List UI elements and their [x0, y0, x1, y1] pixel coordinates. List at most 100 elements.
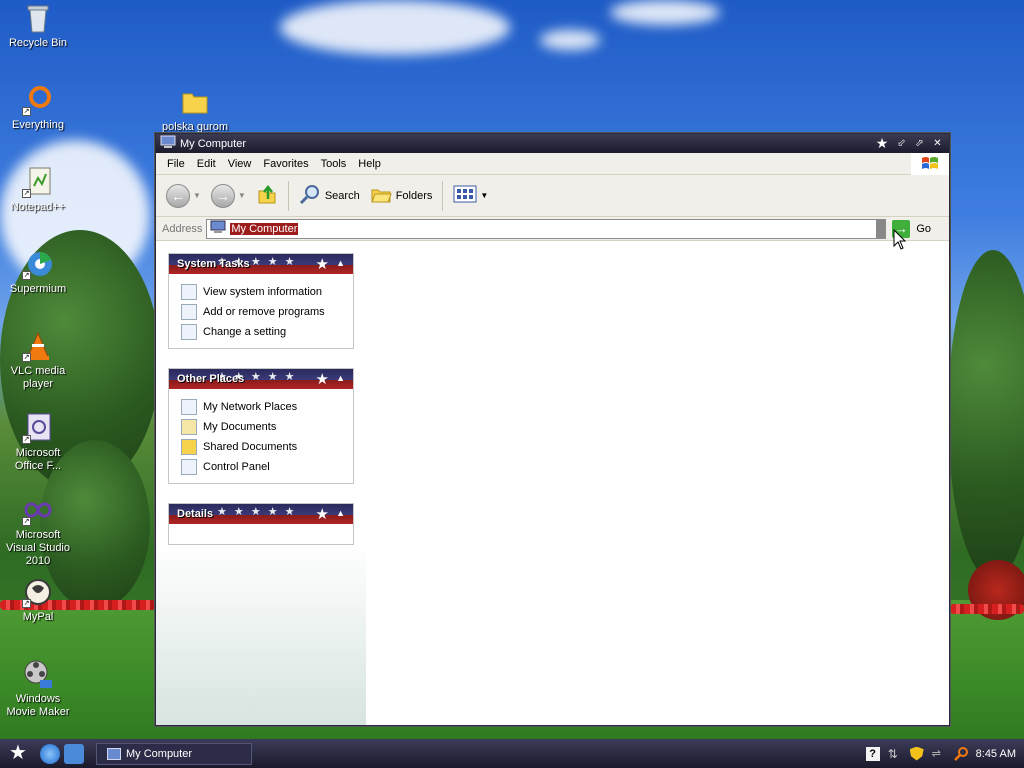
place-shared-documents[interactable]: Shared Documents	[181, 437, 343, 457]
star-icon: ★	[315, 371, 329, 388]
control-panel-icon	[181, 324, 197, 340]
task-label: Change a setting	[203, 326, 287, 338]
menu-view[interactable]: View	[222, 158, 258, 170]
back-button[interactable]: ← ▼	[162, 181, 205, 211]
toolbar-separator	[442, 180, 444, 211]
place-control-panel[interactable]: Control Panel	[181, 457, 343, 477]
details-header[interactable]: ★ ★ ★ ★ ★ Details ★ ▲	[169, 504, 353, 524]
usb-icon[interactable]: ⇌	[932, 747, 946, 761]
place-label: My Network Places	[203, 401, 298, 413]
desktop-icon-label: Notepad++	[10, 201, 66, 213]
task-label: View system information	[203, 286, 323, 298]
chevron-down-icon: ▼	[480, 191, 489, 200]
desktop-icon-label: Windows Movie Maker	[6, 693, 70, 718]
content-area: ★ ★ ★ ★ ★ System Tasks ★ ▲ View system i…	[156, 243, 949, 725]
desktop-icon-label: MyPal	[22, 611, 54, 623]
desktop-icon-mypal[interactable]: ↗ MyPal	[0, 576, 76, 624]
folders-icon	[370, 183, 392, 208]
computer-icon	[107, 747, 121, 760]
internet-explorer-icon[interactable]	[40, 743, 60, 764]
menu-tools[interactable]: Tools	[315, 158, 353, 170]
menu-edit[interactable]: Edit	[191, 158, 222, 170]
system-tasks-header[interactable]: ★ ★ ★ ★ ★ System Tasks ★ ▲	[169, 254, 353, 274]
search-icon[interactable]	[953, 746, 968, 761]
taskbar: ★ My Computer ? ⇅ ⇌ 8:45 AM	[0, 739, 1024, 768]
stars-decoration: ★ ★ ★ ★ ★	[217, 506, 297, 518]
film-reel-icon	[22, 658, 54, 690]
desktop-icon-label: Microsoft Visual Studio 2010	[5, 529, 70, 567]
views-grid-icon	[453, 184, 477, 207]
minimize-button[interactable]: ⬃	[894, 137, 909, 150]
taskbar-button-my-computer[interactable]: My Computer	[96, 742, 252, 765]
recycle-bin-icon	[22, 2, 54, 34]
desktop-icon-polska-gurom[interactable]: polska gurom	[157, 86, 233, 134]
help-icon[interactable]: ?	[865, 746, 880, 761]
close-button[interactable]: ✕	[930, 137, 945, 150]
forward-button[interactable]: → ▼	[207, 181, 250, 211]
add-remove-programs-icon	[181, 304, 197, 320]
desktop-icon-notepadpp[interactable]: ↗ Notepad++	[0, 166, 76, 214]
folder-icon	[181, 439, 197, 455]
up-folder-button[interactable]	[252, 181, 282, 211]
network-places-icon	[181, 399, 197, 415]
toolbar-separator	[287, 180, 289, 211]
desktop-icon-ms-office[interactable]: ↗ Microsoft Office F...	[0, 412, 76, 473]
shortcut-arrow-icon: ↗	[22, 517, 31, 526]
computer-icon	[160, 135, 176, 152]
windows-logo-icon	[911, 152, 949, 175]
start-button-star-icon[interactable]: ★	[0, 739, 36, 768]
address-input[interactable]: My Computer	[206, 218, 887, 239]
clock[interactable]: 8:45 AM	[976, 748, 1016, 760]
address-dropdown-button[interactable]	[876, 219, 886, 238]
desktop-icon-visual-studio[interactable]: ↗ Microsoft Visual Studio 2010	[0, 494, 76, 568]
desktop-icon-everything[interactable]: ↗ Everything	[0, 84, 76, 132]
computer-icon	[210, 220, 226, 237]
show-desktop-icon[interactable]	[64, 743, 84, 764]
desktop-icon-label: Everything	[12, 119, 64, 131]
desktop-icon-label: polska gurom	[161, 121, 229, 133]
control-panel-icon	[181, 459, 197, 475]
place-my-documents[interactable]: My Documents	[181, 417, 343, 437]
search-icon	[299, 183, 321, 208]
desktop-icon-movie-maker[interactable]: Windows Movie Maker	[0, 658, 76, 719]
supermium-icon: ↗	[22, 248, 54, 280]
other-places-header[interactable]: ★ ★ ★ ★ ★ Other Places ★ ▲	[169, 369, 353, 389]
task-add-remove-programs[interactable]: Add or remove programs	[181, 302, 343, 322]
views-button[interactable]: ▼	[449, 181, 492, 211]
mouse-cursor-icon	[893, 228, 907, 254]
other-places-title: Other Places	[177, 373, 245, 385]
task-change-setting[interactable]: Change a setting	[181, 322, 343, 342]
collapse-chevron-icon[interactable]: ▲	[336, 258, 345, 268]
desktop-icon-supermium[interactable]: ↗ Supermium	[0, 248, 76, 296]
menu-file[interactable]: File	[161, 158, 191, 170]
star-icon: ★	[875, 135, 889, 151]
menu-favorites[interactable]: Favorites	[257, 158, 314, 170]
system-info-icon	[181, 284, 197, 300]
task-view-system-information[interactable]: View system information	[181, 282, 343, 302]
desktop-icon-vlc[interactable]: ↗ VLC media player	[0, 330, 76, 391]
desktop-icon-recycle-bin[interactable]: Recycle Bin	[0, 2, 76, 50]
network-icon[interactable]: ⇅	[888, 747, 902, 761]
task-pane: ★ ★ ★ ★ ★ System Tasks ★ ▲ View system i…	[156, 243, 366, 725]
back-arrow-icon: ←	[166, 183, 190, 208]
address-value: My Computer	[230, 222, 299, 235]
collapse-chevron-icon[interactable]: ▲	[336, 373, 345, 383]
maximize-button[interactable]: ⬀	[912, 137, 927, 150]
window-title: My Computer	[180, 137, 247, 150]
star-icon: ★	[315, 256, 329, 273]
place-label: Shared Documents	[203, 441, 298, 453]
go-label: Go	[916, 222, 932, 235]
desktop-icon-label: VLC media player	[10, 365, 66, 390]
up-folder-icon	[256, 183, 278, 208]
folders-button[interactable]: Folders	[366, 181, 437, 211]
search-button[interactable]: Search	[295, 181, 364, 211]
vlc-cone-icon: ↗	[22, 330, 54, 362]
title-bar[interactable]: My Computer ★ ⬃ ⬀ ✕	[156, 134, 949, 153]
security-shield-icon[interactable]	[909, 746, 924, 761]
system-tray: ? ⇅ ⇌ 8:45 AM	[865, 746, 1024, 761]
collapse-chevron-icon[interactable]: ▲	[336, 508, 345, 518]
place-my-network-places[interactable]: My Network Places	[181, 397, 343, 417]
address-bar: Address My Computer → Go	[156, 217, 949, 241]
menu-help[interactable]: Help	[352, 158, 387, 170]
details-panel: ★ ★ ★ ★ ★ Details ★ ▲	[168, 503, 354, 545]
